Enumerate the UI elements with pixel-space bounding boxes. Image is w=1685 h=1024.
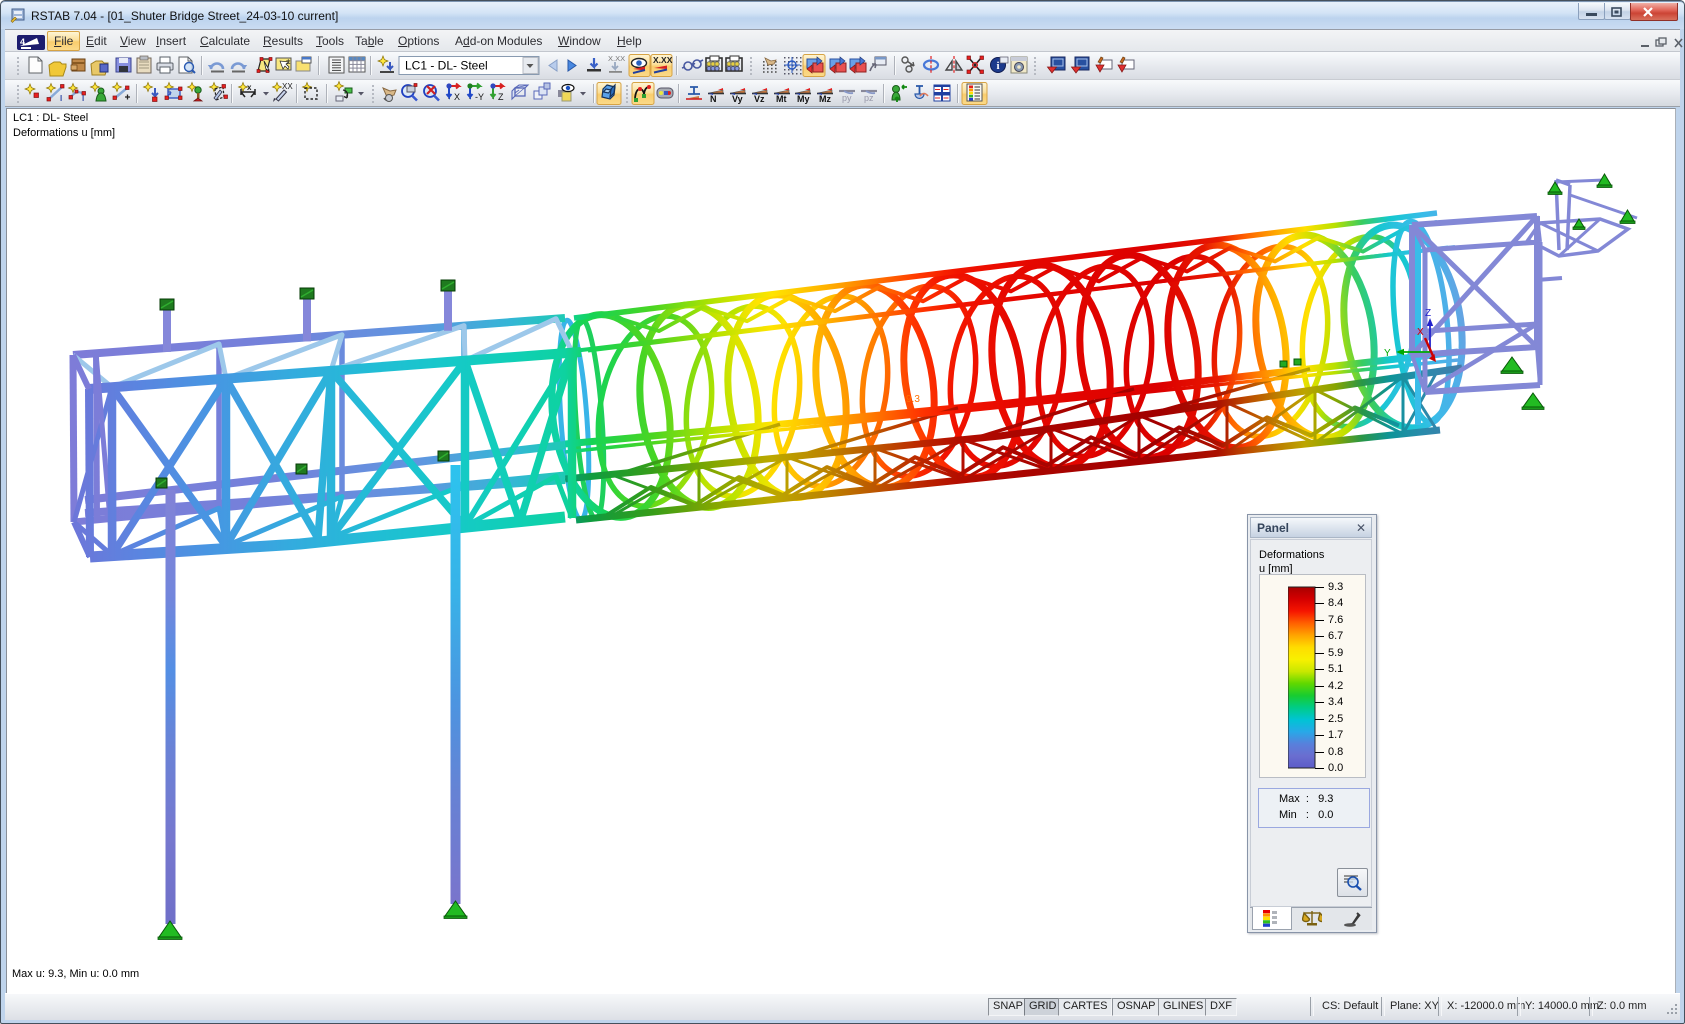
svg-text:-Y: -Y (475, 92, 484, 102)
svg-text:X: X (454, 92, 460, 102)
svg-text:py: py (842, 93, 852, 103)
svg-text:I: I (82, 94, 84, 103)
svg-text:i: i (997, 60, 1000, 72)
svg-text:My: My (797, 94, 810, 104)
svg-text:Y: Y (1384, 348, 1391, 359)
svg-text:pz: pz (864, 93, 874, 103)
svg-text:X.XX: X.XX (608, 54, 625, 63)
svg-text:I: I (60, 94, 62, 103)
svg-text:x: x (247, 83, 252, 92)
svg-text:±: ± (286, 57, 291, 66)
svg-text:X: X (1417, 327, 1424, 338)
svg-text:Vy: Vy (732, 94, 743, 104)
svg-text:Mz: Mz (819, 94, 831, 104)
svg-text:X.XX: X.XX (653, 55, 673, 65)
svg-text:Mt: Mt (776, 94, 787, 104)
svg-text:N: N (710, 94, 717, 104)
svg-text:Z: Z (498, 92, 504, 102)
svg-text:LC1 - DL- Steel: LC1 - DL- Steel (405, 59, 488, 73)
svg-text:4: 4 (20, 37, 25, 47)
svg-text:9.3: 9.3 (906, 394, 920, 405)
svg-text:Z: Z (1425, 308, 1431, 319)
svg-text:Vz: Vz (754, 94, 765, 104)
